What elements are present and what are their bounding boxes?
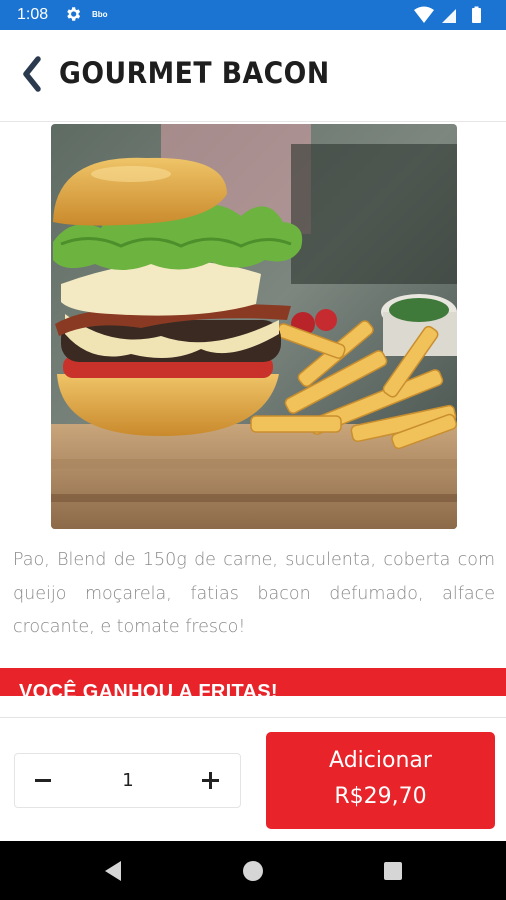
product-description: Pao, Blend de 150g de carne, suculenta, … [13, 550, 495, 637]
gear-icon [67, 7, 81, 21]
square-recents-icon[interactable] [384, 862, 402, 880]
add-to-cart-button[interactable]: Adicionar R$29,70 [266, 732, 495, 829]
circle-home-icon[interactable] [243, 861, 263, 881]
wifi-icon [414, 6, 434, 23]
order-bar: 1 Adicionar R$29,70 [0, 719, 506, 841]
chevron-left-icon[interactable] [18, 54, 48, 94]
promo-banner: VOCÊ GANHOU A FRITAS! [0, 668, 506, 696]
add-button-price: R$29,70 [334, 784, 427, 809]
status-icons [414, 6, 481, 23]
status-bar: 1:08 Bbo [0, 0, 506, 30]
battery-icon [472, 8, 481, 23]
minus-icon[interactable] [27, 764, 59, 796]
page-title: GOURMET BACON [59, 56, 330, 90]
product-image [51, 124, 457, 529]
triangle-back-icon[interactable] [103, 860, 123, 882]
plus-icon[interactable] [194, 764, 226, 796]
promo-text: VOCÊ GANHOU A FRITAS! [19, 681, 278, 696]
divider [0, 696, 506, 718]
system-nav-bar [0, 841, 506, 900]
status-app-label: Bbo [92, 10, 108, 19]
quantity-stepper: 1 [14, 753, 241, 808]
app-header: GOURMET BACON [0, 30, 506, 122]
status-time: 1:08 [17, 6, 49, 23]
quantity-value: 1 [122, 770, 134, 791]
add-button-label: Adicionar [329, 748, 432, 773]
signal-icon [442, 9, 456, 23]
